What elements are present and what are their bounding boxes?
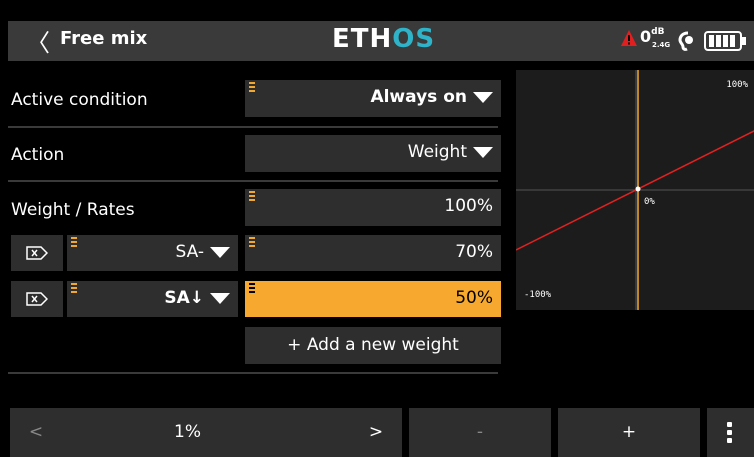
logo-accent-text: OS bbox=[392, 24, 436, 54]
warning-icon bbox=[621, 30, 637, 46]
decrement-button[interactable]: - bbox=[409, 408, 551, 457]
screen: 〈 Free mix ETHOS 0dB 2.4G Active conditi… bbox=[0, 0, 754, 457]
weight-rates-label: Weight / Rates bbox=[11, 200, 135, 220]
prev-step-button[interactable]: < bbox=[10, 408, 62, 457]
edit-marker-icon bbox=[249, 237, 255, 247]
step-value: 1% bbox=[62, 408, 362, 457]
ethos-logo: ETHOS bbox=[332, 24, 435, 54]
delete-icon bbox=[26, 292, 48, 306]
rate-switch-wrap: SA↓ bbox=[164, 288, 230, 308]
rssi-unit: dB bbox=[651, 27, 665, 37]
divider bbox=[8, 126, 498, 128]
rssi-value: 0 bbox=[640, 27, 652, 46]
edit-marker-icon bbox=[249, 283, 255, 293]
action-value: Weight bbox=[407, 142, 467, 162]
graph-center-label: 0% bbox=[644, 197, 655, 207]
action-value-wrap: Weight bbox=[408, 142, 493, 162]
active-condition-label: Active condition bbox=[11, 90, 148, 110]
rate-value-field[interactable]: 70% bbox=[245, 235, 501, 271]
action-label: Action bbox=[11, 145, 65, 165]
delete-rate-button[interactable] bbox=[11, 281, 63, 317]
rate-switch-dropdown[interactable]: SA- bbox=[67, 235, 238, 271]
next-step-button[interactable]: > bbox=[350, 408, 402, 457]
rate-switch-value: SA- bbox=[175, 242, 205, 262]
active-condition-value-wrap: Always on bbox=[370, 87, 493, 107]
current-point-marker bbox=[635, 186, 641, 192]
graph-bottom-label: -100% bbox=[524, 290, 552, 300]
mix-curve-graph: 100% 0% -100% bbox=[516, 70, 754, 310]
graph-top-label: 100% bbox=[726, 80, 748, 90]
edit-marker-icon bbox=[249, 82, 255, 92]
edit-marker-icon bbox=[71, 237, 77, 247]
edit-marker-icon bbox=[249, 191, 255, 201]
footer-bar: < 1% > - + bbox=[0, 408, 754, 457]
weight-value: 100% bbox=[444, 196, 493, 216]
rate-switch-dropdown[interactable]: SA↓ bbox=[67, 281, 238, 317]
dropdown-arrow-icon bbox=[210, 246, 230, 258]
active-condition-dropdown[interactable]: Always on bbox=[245, 80, 501, 117]
logo-main-text: ETH bbox=[332, 24, 393, 54]
curve-chart bbox=[516, 70, 754, 310]
more-icon bbox=[727, 422, 732, 446]
action-dropdown[interactable]: Weight bbox=[245, 135, 501, 172]
weight-field[interactable]: 100% bbox=[245, 189, 501, 226]
add-weight-button[interactable]: + Add a new weight bbox=[245, 327, 501, 364]
dropdown-arrow-icon bbox=[473, 91, 493, 103]
divider bbox=[8, 180, 498, 182]
divider bbox=[8, 372, 498, 374]
page-title: Free mix bbox=[60, 28, 148, 49]
rate-value: 50% bbox=[455, 288, 493, 308]
rate-value-field-selected[interactable]: 50% bbox=[245, 281, 501, 317]
delete-rate-button[interactable] bbox=[11, 235, 63, 271]
header-bar: 〈 Free mix ETHOS 0dB 2.4G bbox=[8, 21, 754, 61]
more-menu-button[interactable] bbox=[707, 408, 754, 457]
rate-value: 70% bbox=[455, 242, 493, 262]
back-button[interactable]: 〈 bbox=[26, 23, 50, 58]
dropdown-arrow-icon bbox=[210, 292, 230, 304]
dropdown-arrow-icon bbox=[473, 146, 493, 158]
delete-icon bbox=[26, 246, 48, 260]
audio-icon bbox=[678, 31, 693, 51]
rssi-indicator: 0dB 2.4G bbox=[640, 27, 670, 49]
rssi-band: 2.4G bbox=[652, 41, 671, 49]
edit-marker-icon bbox=[71, 283, 77, 293]
rate-switch-value: SA↓ bbox=[164, 288, 204, 308]
status-area: 0dB 2.4G bbox=[620, 27, 754, 55]
battery-icon bbox=[704, 31, 746, 51]
rate-switch-wrap: SA- bbox=[175, 242, 230, 262]
active-condition-value: Always on bbox=[370, 87, 467, 107]
increment-button[interactable]: + bbox=[558, 408, 700, 457]
